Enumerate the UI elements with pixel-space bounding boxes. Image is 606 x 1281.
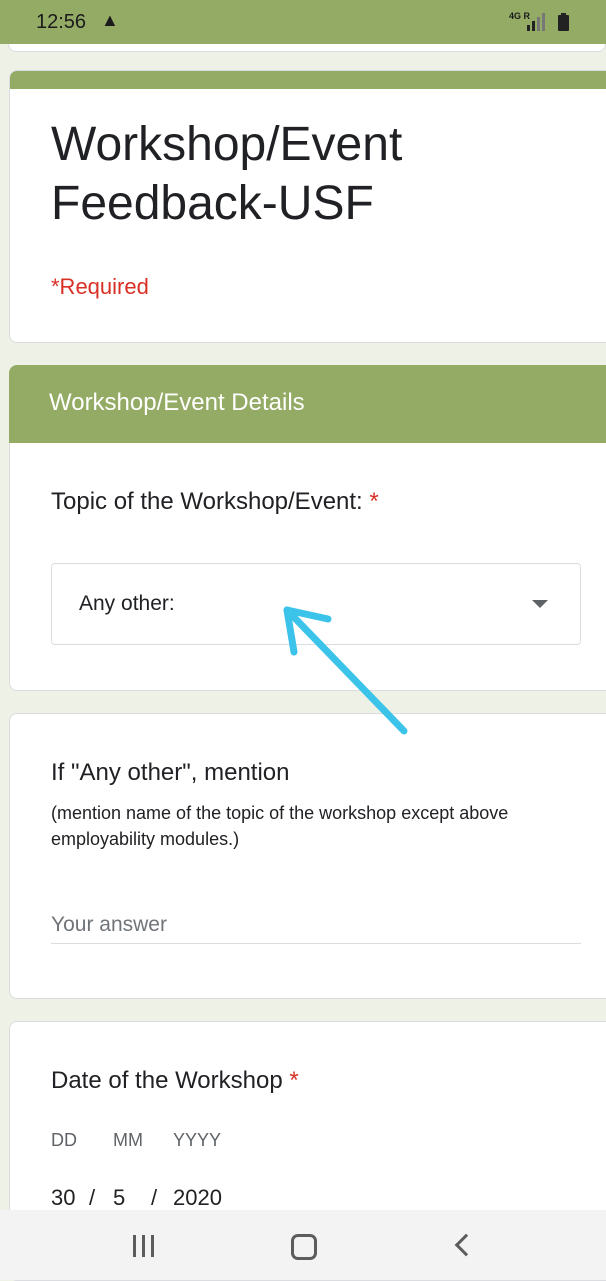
topic-dropdown[interactable]: Any other: <box>51 563 581 645</box>
form-title: Workshop/Event Feedback-USF <box>51 118 403 230</box>
other-question-label: If "Any other", mention <box>51 759 290 786</box>
day-field-label: DD <box>51 1130 77 1150</box>
month-input[interactable]: 5 <box>113 1185 125 1211</box>
other-question-description: (mention name of the topic of the worksh… <box>51 803 509 849</box>
topic-dropdown-value: Any other: <box>79 592 175 615</box>
section-title: Workshop/Event Details <box>49 389 305 416</box>
warning-triangle-icon: ▲ <box>101 10 119 30</box>
topic-question-label: Topic of the Workshop/Event: * <box>51 488 379 516</box>
network-type: 4G <box>509 11 522 21</box>
day-input[interactable]: 30 <box>51 1185 75 1211</box>
home-icon[interactable] <box>291 1234 317 1260</box>
year-input[interactable]: 2020 <box>173 1185 222 1211</box>
form-title-card: Workshop/Event Feedback-USF *Required <box>9 70 606 343</box>
cell-signal-icon <box>527 13 545 31</box>
battery-icon <box>558 13 569 31</box>
caret-down-icon <box>532 600 548 608</box>
date-question-label: Date of the Workshop * <box>51 1067 299 1095</box>
other-topic-question-card: If "Any other", mention (mention name of… <box>9 713 606 999</box>
section-header: Workshop/Event Details <box>9 365 606 443</box>
back-icon[interactable] <box>454 1233 478 1257</box>
recents-icon[interactable] <box>133 1235 157 1257</box>
topic-question-card: Topic of the Workshop/Event: * Any other… <box>9 443 606 691</box>
system-nav-bar <box>0 1210 606 1280</box>
required-asterisk: * <box>289 1067 299 1094</box>
topic-question-text: Topic of the Workshop/Event: <box>51 488 363 515</box>
status-bar: 12:56 ▲ 4G R <box>0 0 606 44</box>
required-asterisk: * <box>369 488 379 515</box>
year-field-label: YYYY <box>173 1130 222 1150</box>
date-separator: / <box>151 1185 158 1210</box>
required-note: *Required <box>51 274 149 299</box>
date-question-text: Date of the Workshop <box>51 1067 283 1094</box>
other-topic-answer-input[interactable] <box>51 907 581 944</box>
date-separator: / <box>89 1185 96 1210</box>
status-time: 12:56 <box>36 11 87 33</box>
previous-card-edge <box>8 44 606 52</box>
title-card-accent <box>10 71 606 89</box>
month-field-label: MM <box>113 1130 143 1150</box>
